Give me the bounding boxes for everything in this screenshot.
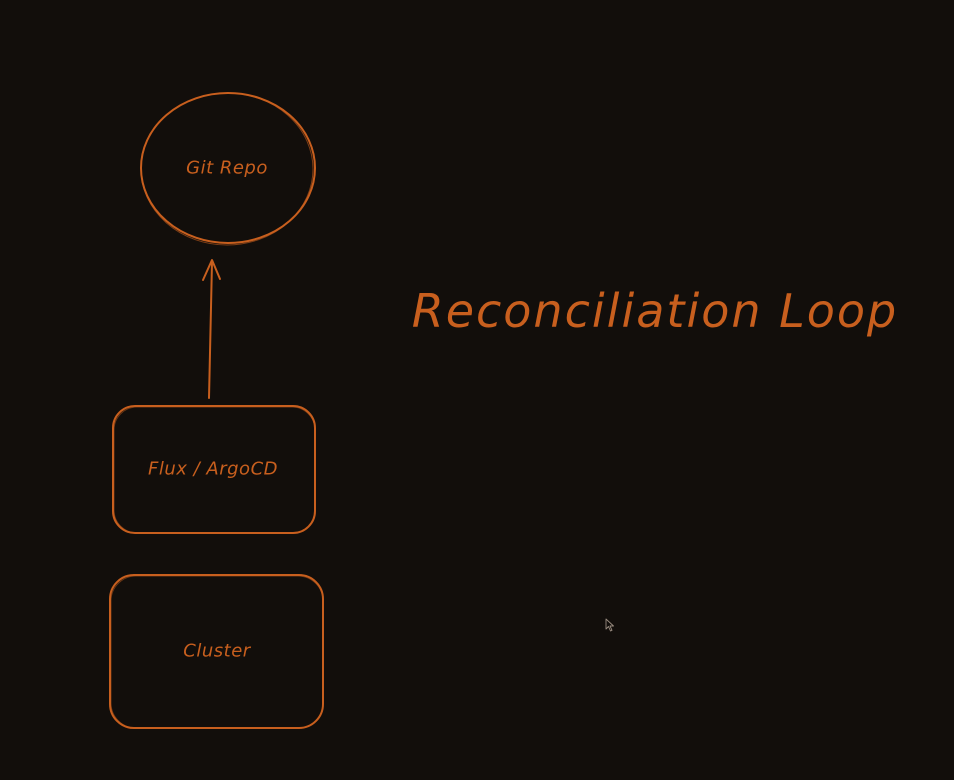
cluster-label: Cluster — [183, 640, 251, 662]
mouse-pointer-icon — [605, 618, 614, 632]
flux-to-git-arrow — [202, 259, 221, 399]
flux-argocd-label: Flux / ArgoCD — [147, 458, 279, 480]
git-repo-label: Git Repo — [186, 157, 268, 179]
diagram-title: Reconciliation Loop — [411, 284, 899, 338]
whiteboard-canvas[interactable]: Git Repo Flux / ArgoCD Cluster Reconcili… — [0, 0, 954, 780]
diagram-shapes — [109, 92, 324, 729]
